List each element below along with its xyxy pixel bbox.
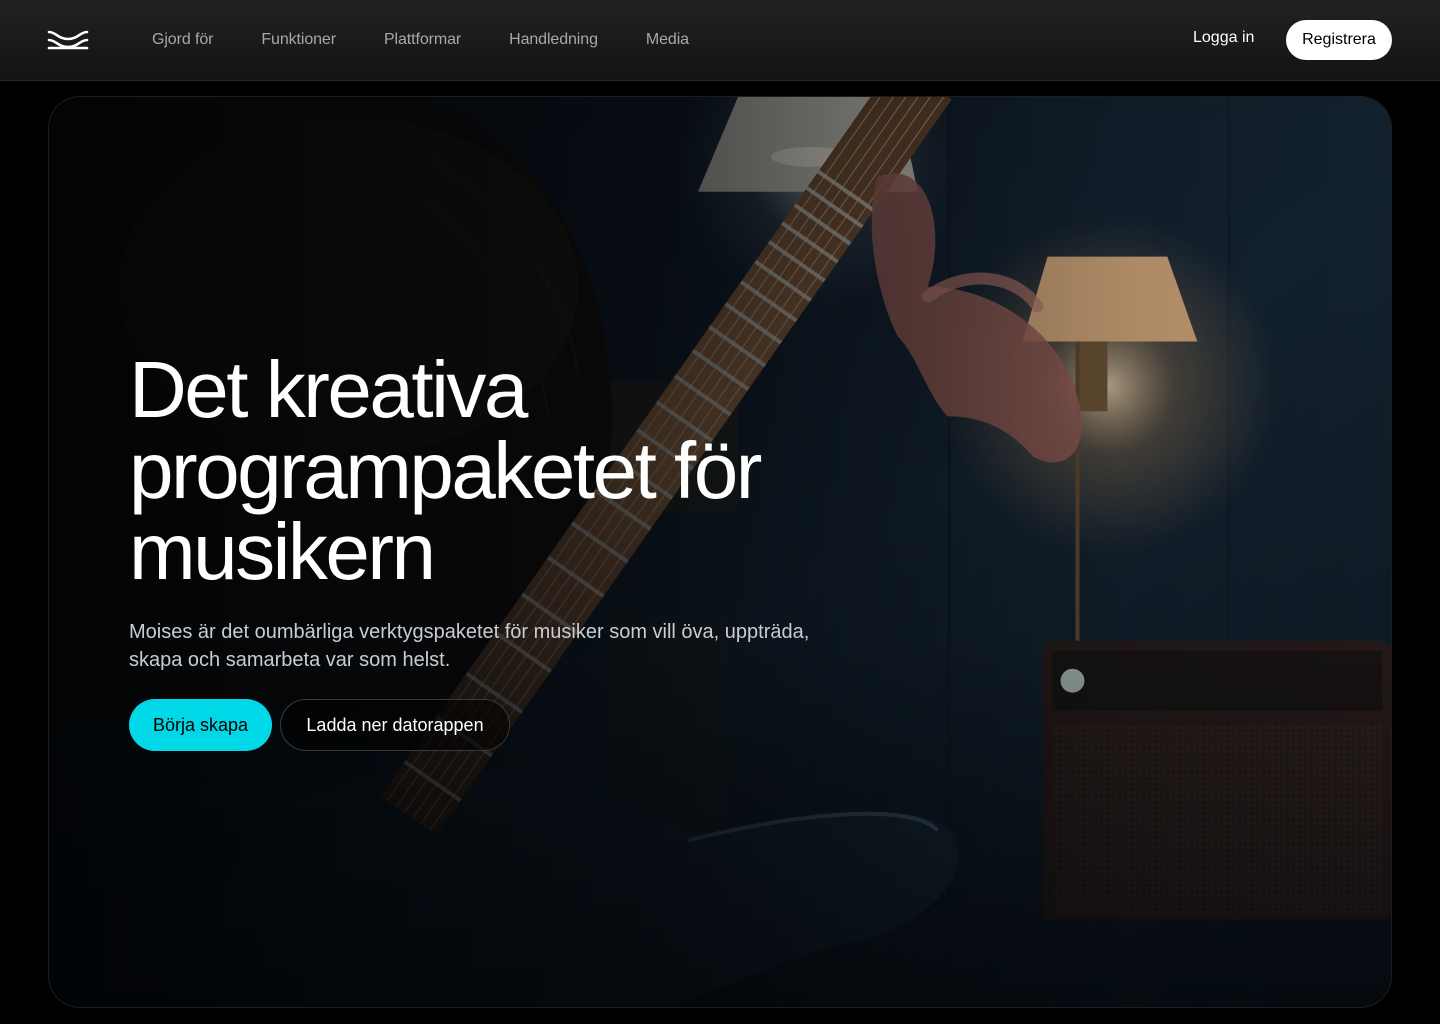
hero-subtitle: Moises är det oumbärliga verktygspaketet…: [129, 621, 810, 671]
nav-item-gjord-for[interactable]: Gjord för: [152, 31, 213, 49]
login-link[interactable]: Logga in: [1193, 29, 1254, 47]
nav-item-funktioner[interactable]: Funktioner: [261, 31, 336, 49]
hero-section: Det kreativa programpaketet för musikern…: [48, 96, 1392, 1008]
start-creating-button[interactable]: Börja skapa: [129, 699, 272, 751]
moises-logo-icon[interactable]: [47, 28, 89, 52]
hero-headline: Det kreativa programpaketet för musikern: [129, 345, 762, 596]
nav-item-media[interactable]: Media: [646, 31, 689, 49]
nav-item-plattformar[interactable]: Plattformar: [384, 31, 461, 49]
top-navigation-bar: Gjord för Funktioner Plattformar Handled…: [0, 0, 1440, 81]
nav-item-handledning[interactable]: Handledning: [509, 31, 598, 49]
download-desktop-app-button[interactable]: Ladda ner datorappen: [280, 699, 510, 751]
main-nav: Gjord för Funktioner Plattformar Handled…: [152, 0, 737, 80]
signup-button[interactable]: Registrera: [1286, 20, 1392, 60]
